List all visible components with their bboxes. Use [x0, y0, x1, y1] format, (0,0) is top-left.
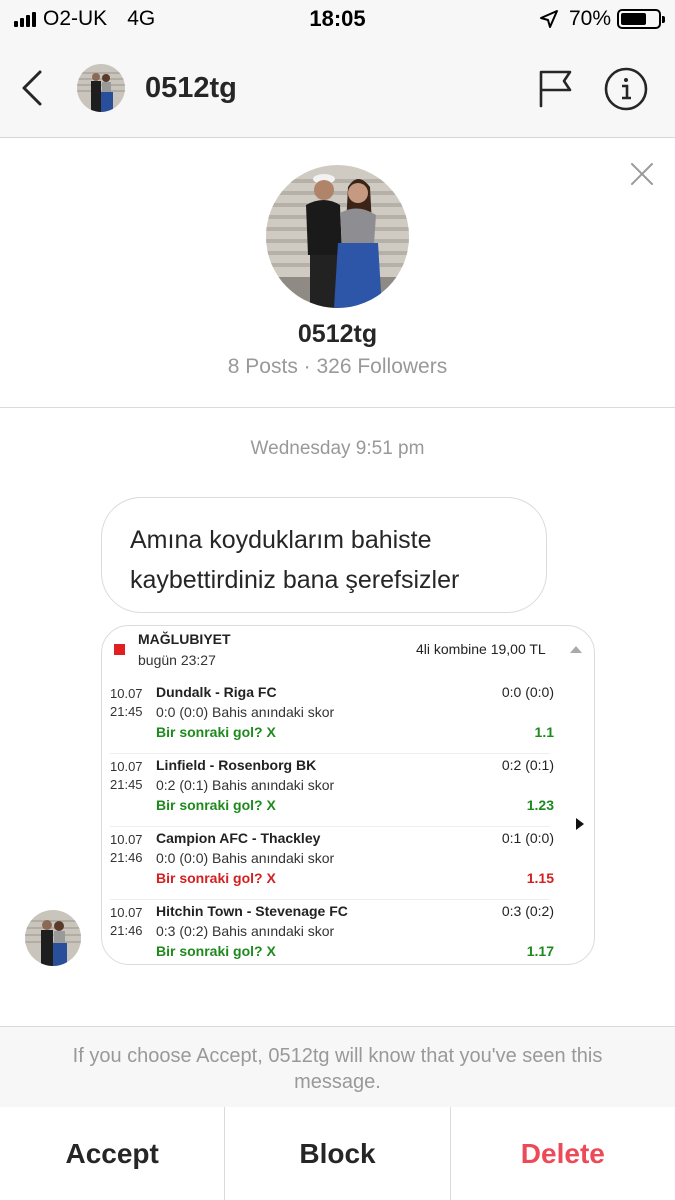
bet-row-pick: Bir sonraki gol? X — [156, 943, 276, 959]
row-divider — [110, 753, 550, 754]
bet-slip-image[interactable]: MAĞLUBIYET bugün 23:27 4li kombine 19,00… — [101, 625, 595, 965]
chat-header: 0512tg — [0, 38, 675, 138]
bet-row-time: 21:46 — [110, 923, 143, 938]
accept-button[interactable]: Accept — [0, 1107, 224, 1200]
bet-row-date: 10.07 — [110, 759, 143, 774]
profile-stats: 8 Posts · 326 Followers — [227, 355, 448, 378]
accept-notice: If you choose Accept, 0512tg will know t… — [72, 1045, 603, 1093]
bet-row-pick: Bir sonraki gol? X — [156, 797, 276, 813]
profile-username[interactable]: 0512tg — [0, 320, 675, 349]
caret-up-icon — [570, 646, 582, 653]
bet-row-score: 0:1 (0:0) — [501, 830, 554, 846]
play-arrow-icon — [576, 818, 584, 830]
bet-row-date: 10.07 — [110, 832, 143, 847]
delete-button[interactable]: Delete — [449, 1107, 675, 1200]
flag-icon[interactable] — [536, 68, 576, 108]
bet-row-note: 0:3 (0:2) Bahis anındaki skor — [156, 923, 335, 939]
bet-row-odd: 1.17 — [526, 943, 554, 959]
bet-row-score: 0:0 (0:0) — [501, 684, 554, 700]
bet-row-match: Hitchin Town - Stevenage FC — [156, 903, 348, 919]
bet-row-note: 0:0 (0:0) Bahis anındaki skor — [156, 704, 335, 720]
bet-slip-header: MAĞLUBIYET bugün 23:27 4li kombine 19,00… — [102, 626, 594, 674]
location-arrow-icon — [539, 10, 558, 28]
bet-row-note: 0:0 (0:0) Bahis anındaki skor — [156, 850, 335, 866]
message-bubble[interactable]: Amına koyduklarım bahiste kaybettirdiniz… — [101, 497, 547, 613]
bet-row-match: Dundalk - Riga FC — [156, 684, 277, 700]
bet-row-odd: 1.23 — [526, 797, 554, 813]
bet-row-pick: Bir sonraki gol? X — [156, 724, 276, 740]
bet-row-time: 21:46 — [110, 850, 143, 865]
profile-avatar[interactable] — [266, 165, 409, 308]
battery-percent: 70% — [568, 7, 611, 30]
bet-row-note: 0:2 (0:1) Bahis anındaki skor — [156, 777, 335, 793]
info-icon[interactable] — [603, 66, 649, 112]
bet-row: 10.07 21:45 Linfield - Rosenborg BK 0:2 … — [102, 757, 594, 830]
chevron-left-icon[interactable] — [18, 68, 48, 108]
block-button[interactable]: Block — [224, 1107, 449, 1200]
message-timestamp: Wednesday 9:51 pm — [250, 438, 425, 459]
bet-row-match: Campion AFC - Thackley — [156, 830, 321, 846]
bet-row-time: 21:45 — [110, 777, 143, 792]
request-actions: Accept Block Delete — [0, 1107, 675, 1200]
row-divider — [110, 826, 550, 827]
bet-row-date: 10.07 — [110, 905, 143, 920]
bet-row-odd: 1.1 — [534, 724, 554, 740]
bet-row: 10.07 21:45 Dundalk - Riga FC 0:0 (0:0) … — [102, 684, 594, 757]
close-icon[interactable] — [628, 160, 656, 188]
sender-avatar[interactable] — [25, 910, 81, 966]
battery-icon — [617, 9, 665, 29]
status-indicator — [114, 644, 125, 655]
bet-row-match: Linfield - Rosenborg BK — [156, 757, 317, 773]
row-divider — [110, 899, 550, 900]
bet-row-odd: 1.15 — [526, 870, 554, 886]
bet-row-time: 21:45 — [110, 704, 143, 719]
bet-row-date: 10.07 — [110, 686, 143, 701]
status-bar: O2-UK 4G 18:05 70% — [0, 0, 675, 38]
bet-row-score: 0:3 (0:2) — [501, 903, 554, 919]
header-username[interactable]: 0512tg — [145, 72, 237, 105]
status-right: 70% — [539, 7, 665, 31]
bet-combo: 4li kombine 19,00 TL — [416, 641, 546, 657]
message-request-bar: If you choose Accept, 0512tg will know t… — [0, 1026, 675, 1200]
bet-row-pick: Bir sonraki gol? X — [156, 870, 276, 886]
bet-row: 10.07 21:46 Hitchin Town - Stevenage FC … — [102, 903, 594, 964]
bet-status: MAĞLUBIYET — [138, 631, 231, 647]
bet-row: 10.07 21:46 Campion AFC - Thackley 0:1 (… — [102, 830, 594, 903]
avatar[interactable] — [77, 64, 125, 112]
divider — [0, 407, 675, 408]
bet-date: bugün 23:27 — [138, 652, 216, 668]
bet-row-score: 0:2 (0:1) — [501, 757, 554, 773]
